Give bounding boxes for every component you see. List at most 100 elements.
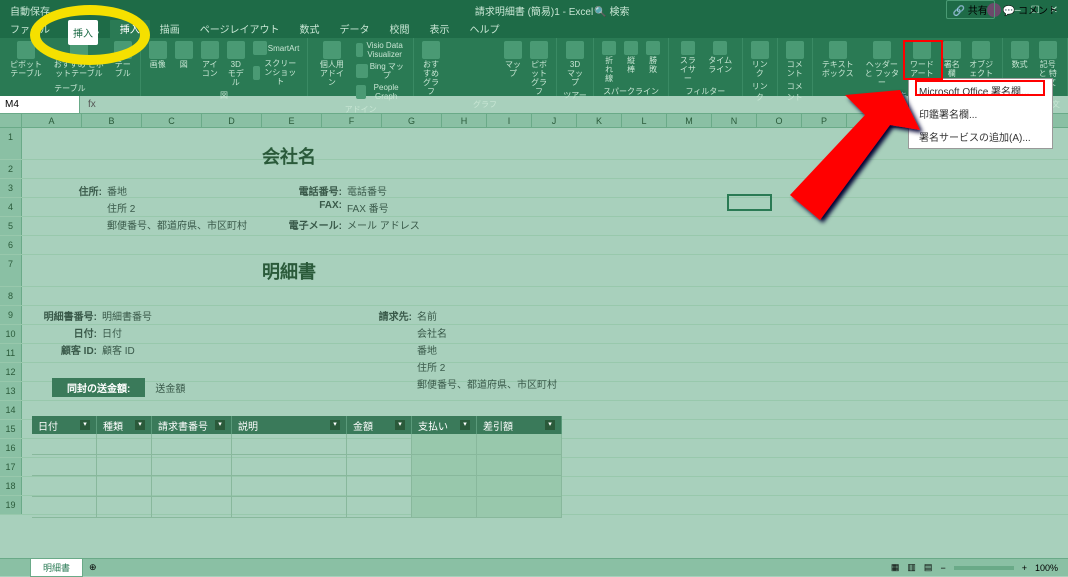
tab-データ[interactable]: データ <box>330 19 380 38</box>
header-footer-button[interactable]: ヘッダーと フッター <box>861 40 903 88</box>
col-header-K[interactable]: K <box>577 114 622 127</box>
col-header-Q[interactable]: Q <box>847 114 892 127</box>
filter-icon[interactable]: ▾ <box>135 420 145 430</box>
table-row[interactable] <box>32 497 562 518</box>
sheet-tab[interactable]: 明細書 <box>30 558 83 577</box>
name-box[interactable]: M4 <box>0 96 80 113</box>
sparkline-line-button[interactable]: 折れ線 <box>600 40 618 84</box>
add-signature-service-item[interactable]: 署名サービスの追加(A)... <box>909 125 1052 148</box>
col-header-F[interactable]: F <box>322 114 382 127</box>
table-row[interactable] <box>32 476 562 497</box>
share-button[interactable]: 🔗 共有 <box>946 0 995 19</box>
zoom-out-button[interactable]: − <box>940 563 945 573</box>
filter-icon[interactable]: ▾ <box>215 420 225 430</box>
sheet-grid[interactable]: 会社名 住所: 番地 住所 2 郵便番号、都道府県、市区町村 電話番号: 電話番… <box>0 128 1068 538</box>
col-header-J[interactable]: J <box>532 114 577 127</box>
tab-挿入[interactable]: 挿入 <box>110 19 150 38</box>
row-header-9[interactable]: 9 <box>0 306 22 324</box>
tab-ページレイアウト[interactable]: ページレイアウト <box>190 19 290 38</box>
recommended-pivot-button[interactable]: おすすめ ピボットテーブル <box>50 40 108 79</box>
ms-signature-item[interactable]: Microsoft Office 署名欄... <box>909 79 1052 102</box>
people-graph-button[interactable]: People Graph <box>354 82 408 102</box>
filter-icon[interactable]: ▾ <box>395 420 405 430</box>
comment-button[interactable]: コメント <box>784 40 806 79</box>
fx-icon[interactable]: fx <box>80 99 104 110</box>
pictures-button[interactable]: 画像 <box>147 40 169 70</box>
table-col-5[interactable]: 支払い▾ <box>412 416 477 434</box>
filter-icon[interactable]: ▾ <box>460 420 470 430</box>
col-header-I[interactable]: I <box>487 114 532 127</box>
tab-数式[interactable]: 数式 <box>290 19 330 38</box>
sparkline-column-button[interactable]: 縦棒 <box>622 40 640 75</box>
object-button[interactable]: オブジェクト <box>967 40 996 79</box>
slicer-button[interactable]: スライサー <box>675 40 701 84</box>
col-header-C[interactable]: C <box>142 114 202 127</box>
col-header-N[interactable]: N <box>712 114 757 127</box>
stamp-signature-item[interactable]: 印鑑署名欄... <box>909 102 1052 125</box>
col-header-D[interactable]: D <box>202 114 262 127</box>
table-col-3[interactable]: 説明▾ <box>232 416 347 434</box>
search-box[interactable]: 🔍検索 <box>594 3 629 18</box>
view-page-icon[interactable]: ▥ <box>907 562 916 573</box>
row-header-16[interactable]: 16 <box>0 439 22 457</box>
row-header-14[interactable]: 14 <box>0 401 22 419</box>
timeline-button[interactable]: タイム ライン <box>705 40 736 75</box>
col-header-M[interactable]: M <box>667 114 712 127</box>
shapes-button[interactable]: 図 <box>173 40 195 70</box>
col-header-H[interactable]: H <box>442 114 487 127</box>
table-col-6[interactable]: 差引額▾ <box>477 416 562 434</box>
recommended-charts-button[interactable]: おすすめ グラフ <box>420 40 442 97</box>
row-header-7[interactable]: 7 <box>0 255 22 286</box>
row-header-10[interactable]: 10 <box>0 325 22 343</box>
table-col-4[interactable]: 金額▾ <box>347 416 412 434</box>
tab-ファイル[interactable]: ファイル <box>0 19 60 38</box>
col-header-O[interactable]: O <box>757 114 802 127</box>
wordart-button[interactable]: ワード アート <box>907 40 937 79</box>
zoom-slider[interactable] <box>954 566 1014 570</box>
tab-ヘルプ[interactable]: ヘルプ <box>460 19 510 38</box>
select-all-corner[interactable] <box>0 114 22 127</box>
col-header-P[interactable]: P <box>802 114 847 127</box>
screenshot-button[interactable]: スクリーンショット <box>251 58 302 87</box>
table-col-1[interactable]: 種類▾ <box>97 416 152 434</box>
table-col-0[interactable]: 日付▾ <box>32 416 97 434</box>
row-header-13[interactable]: 13 <box>0 382 22 400</box>
link-button[interactable]: リン ク <box>749 40 771 79</box>
signature-line-button[interactable]: 署名欄 <box>941 40 963 79</box>
view-normal-icon[interactable]: ▦ <box>891 562 900 573</box>
row-header-3[interactable]: 3 <box>0 179 22 197</box>
row-header-17[interactable]: 17 <box>0 458 22 476</box>
smartart-button[interactable]: SmartArt <box>251 40 302 56</box>
col-header-L[interactable]: L <box>622 114 667 127</box>
zoom-in-button[interactable]: + <box>1022 563 1027 573</box>
filter-icon[interactable]: ▾ <box>545 420 555 430</box>
row-header-18[interactable]: 18 <box>0 477 22 495</box>
row-header-11[interactable]: 11 <box>0 344 22 362</box>
bing-maps-button[interactable]: Bing マップ <box>354 61 408 81</box>
col-header-A[interactable]: A <box>22 114 82 127</box>
table-row[interactable] <box>32 434 562 455</box>
row-header-4[interactable]: 4 <box>0 198 22 216</box>
row-header-1[interactable]: 1 <box>0 128 22 159</box>
3d-models-button[interactable]: 3D モデル <box>225 40 247 88</box>
col-header-E[interactable]: E <box>262 114 322 127</box>
row-header-12[interactable]: 12 <box>0 363 22 381</box>
visio-button[interactable]: Visio Data Visualizer <box>354 40 408 60</box>
pivot-table-button[interactable]: ピボット テーブル <box>6 40 46 79</box>
maps-button[interactable]: マップ <box>502 40 524 79</box>
comments-button[interactable]: 💬 コメント <box>1003 2 1058 17</box>
filter-icon[interactable]: ▾ <box>80 420 90 430</box>
row-header-19[interactable]: 19 <box>0 496 22 514</box>
row-header-5[interactable]: 5 <box>0 217 22 235</box>
tab-描画[interactable]: 描画 <box>150 19 190 38</box>
table-row[interactable] <box>32 455 562 476</box>
filter-icon[interactable]: ▾ <box>330 420 340 430</box>
row-header-8[interactable]: 8 <box>0 287 22 305</box>
equation-button[interactable]: 数式 <box>1009 40 1031 70</box>
pivot-chart-button[interactable]: ピボットグラフ <box>528 40 550 97</box>
personal-addins-button[interactable]: 個人用アドイン <box>314 40 349 88</box>
table-button[interactable]: テーブル <box>112 40 134 79</box>
tab-表示[interactable]: 表示 <box>420 19 460 38</box>
icons-button[interactable]: アイ コン <box>199 40 221 79</box>
auto-save-toggle[interactable]: 自動保存 <box>10 3 50 18</box>
